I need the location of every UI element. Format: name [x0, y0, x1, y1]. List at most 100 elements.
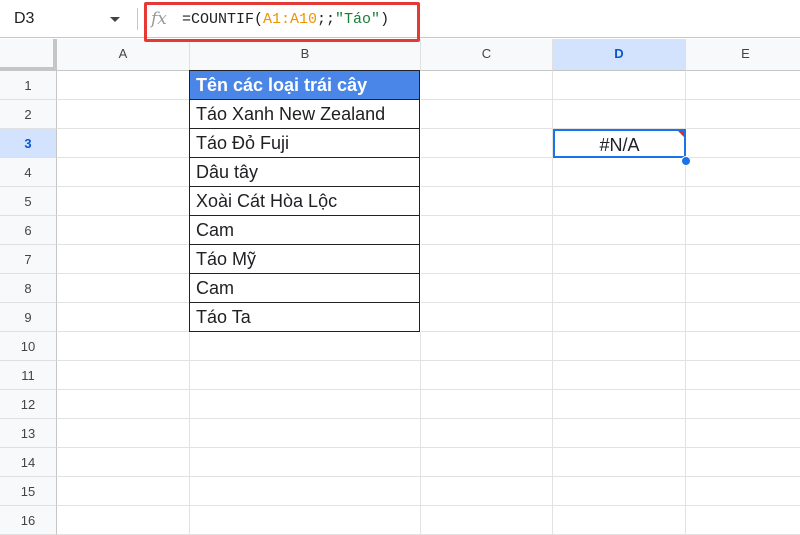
cell[interactable] — [686, 245, 800, 274]
cell[interactable] — [686, 332, 800, 361]
dropdown-arrow-icon[interactable] — [110, 17, 120, 22]
row-header-13[interactable]: 13 — [0, 419, 57, 448]
cell[interactable] — [421, 303, 553, 332]
cell[interactable] — [686, 71, 800, 100]
cell[interactable] — [553, 158, 686, 187]
fruit-cell[interactable]: Cam — [189, 215, 420, 245]
cell[interactable] — [190, 448, 421, 477]
fruit-cell[interactable]: Cam — [189, 273, 420, 303]
cell[interactable] — [57, 477, 190, 506]
cell[interactable] — [553, 71, 686, 100]
cell[interactable] — [686, 361, 800, 390]
fruit-cell[interactable]: Xoài Cát Hòa Lộc — [189, 186, 420, 216]
row-header-8[interactable]: 8 — [0, 274, 57, 303]
name-box[interactable]: D3 — [0, 0, 135, 38]
row-header-5[interactable]: 5 — [0, 187, 57, 216]
cell[interactable] — [57, 100, 190, 129]
row-header-7[interactable]: 7 — [0, 245, 57, 274]
cell[interactable] — [421, 332, 553, 361]
column-header-b[interactable]: B — [190, 39, 421, 71]
cell[interactable] — [686, 100, 800, 129]
cell[interactable] — [57, 71, 190, 100]
table-header-cell[interactable]: Tên các loại trái cây — [189, 70, 420, 100]
cell[interactable] — [190, 332, 421, 361]
cell[interactable] — [553, 448, 686, 477]
cell[interactable] — [57, 361, 190, 390]
cell[interactable] — [57, 506, 190, 535]
cell[interactable] — [686, 158, 800, 187]
row-header-12[interactable]: 12 — [0, 390, 57, 419]
cell[interactable] — [553, 303, 686, 332]
cell[interactable] — [57, 129, 190, 158]
cell[interactable] — [686, 129, 800, 158]
row-header-14[interactable]: 14 — [0, 448, 57, 477]
cell[interactable] — [57, 158, 190, 187]
cell[interactable] — [553, 361, 686, 390]
cell[interactable] — [421, 216, 553, 245]
cell[interactable] — [686, 448, 800, 477]
cell[interactable] — [57, 332, 190, 361]
cell[interactable] — [686, 274, 800, 303]
cell[interactable] — [553, 100, 686, 129]
cell[interactable] — [421, 361, 553, 390]
cell[interactable] — [421, 390, 553, 419]
cell[interactable] — [553, 506, 686, 535]
cell[interactable] — [421, 158, 553, 187]
cell[interactable] — [686, 216, 800, 245]
cell[interactable] — [686, 303, 800, 332]
column-header-e[interactable]: E — [686, 39, 800, 71]
column-header-c[interactable]: C — [421, 39, 553, 71]
fruit-cell[interactable]: Táo Đỏ Fuji — [189, 128, 420, 158]
cell[interactable] — [421, 477, 553, 506]
cell[interactable] — [553, 274, 686, 303]
cell[interactable] — [421, 100, 553, 129]
select-all-corner[interactable] — [0, 39, 57, 71]
cell[interactable] — [553, 419, 686, 448]
cell[interactable] — [57, 390, 190, 419]
cell[interactable] — [553, 187, 686, 216]
row-header-9[interactable]: 9 — [0, 303, 57, 332]
cell[interactable] — [686, 477, 800, 506]
cell[interactable] — [190, 506, 421, 535]
cell[interactable] — [190, 390, 421, 419]
fruit-cell[interactable]: Táo Xanh New Zealand — [189, 99, 420, 129]
cell[interactable] — [553, 332, 686, 361]
cell[interactable] — [57, 419, 190, 448]
row-header-15[interactable]: 15 — [0, 477, 57, 506]
cell[interactable] — [190, 361, 421, 390]
row-header-1[interactable]: 1 — [0, 71, 57, 100]
cell[interactable] — [553, 245, 686, 274]
cell[interactable] — [553, 477, 686, 506]
cell[interactable] — [553, 216, 686, 245]
cell[interactable] — [57, 303, 190, 332]
cell[interactable] — [686, 187, 800, 216]
cell[interactable] — [57, 187, 190, 216]
cell[interactable] — [421, 274, 553, 303]
fruit-cell[interactable]: Táo Ta — [189, 302, 420, 332]
row-header-4[interactable]: 4 — [0, 158, 57, 187]
row-header-2[interactable]: 2 — [0, 100, 57, 129]
cell-d3[interactable]: #N/A — [553, 129, 686, 158]
cell[interactable] — [421, 448, 553, 477]
fruit-cell[interactable]: Táo Mỹ — [189, 244, 420, 274]
cell[interactable] — [190, 419, 421, 448]
cell[interactable] — [686, 506, 800, 535]
cell[interactable] — [57, 448, 190, 477]
cell[interactable] — [421, 71, 553, 100]
row-header-6[interactable]: 6 — [0, 216, 57, 245]
cell[interactable] — [421, 419, 553, 448]
row-header-11[interactable]: 11 — [0, 361, 57, 390]
cell[interactable] — [421, 187, 553, 216]
cell[interactable] — [421, 129, 553, 158]
cell[interactable] — [57, 216, 190, 245]
fill-handle[interactable] — [681, 156, 691, 166]
fruit-cell[interactable]: Dâu tây — [189, 157, 420, 187]
cell[interactable] — [421, 245, 553, 274]
row-header-16[interactable]: 16 — [0, 506, 57, 535]
column-header-d[interactable]: D — [553, 39, 686, 71]
cell[interactable] — [57, 245, 190, 274]
cell[interactable] — [421, 506, 553, 535]
cell[interactable] — [686, 390, 800, 419]
cell[interactable] — [553, 390, 686, 419]
column-header-a[interactable]: A — [57, 39, 190, 71]
